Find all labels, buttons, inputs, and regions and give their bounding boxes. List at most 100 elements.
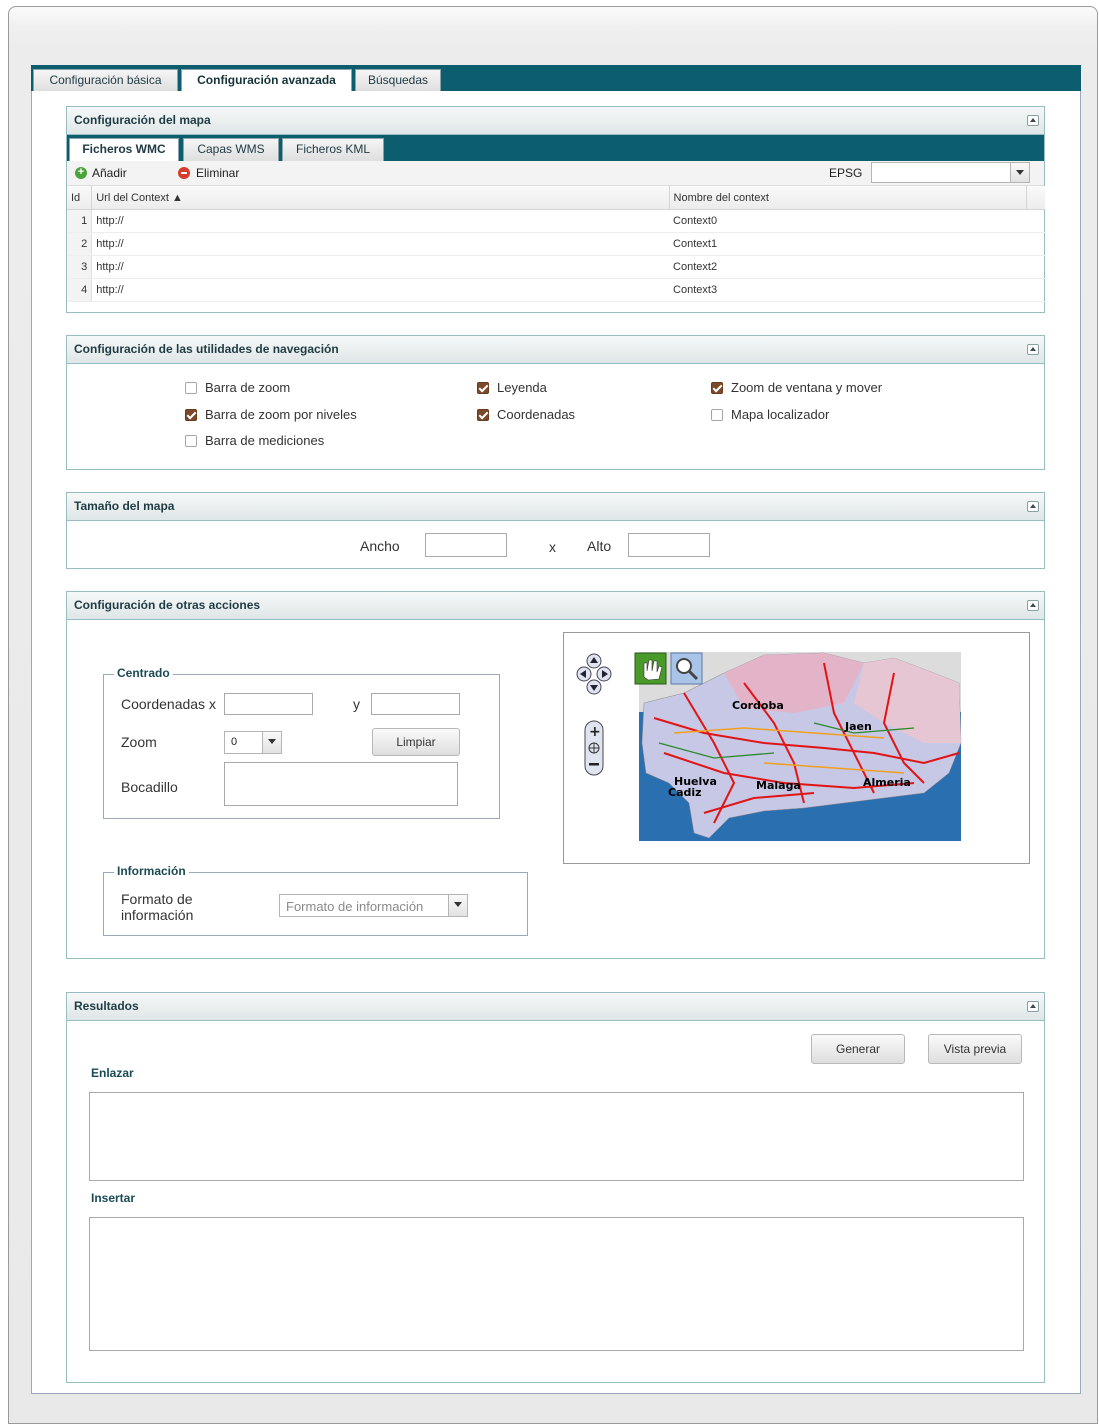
panel-title: Configuración de las utilidades de naveg… bbox=[74, 342, 339, 356]
checkbox-mapa-localizador[interactable]: Mapa localizador bbox=[711, 407, 829, 422]
row-name[interactable]: Context3 bbox=[669, 278, 1027, 302]
height-input[interactable] bbox=[628, 533, 710, 557]
map-config-panel: Configuración del mapa Ficheros WMC Capa… bbox=[66, 106, 1045, 313]
col-header-url[interactable]: Url del Context ▲ bbox=[91, 186, 670, 210]
row-id: 1 bbox=[67, 209, 93, 233]
nav-config-panel: Configuración de las utilidades de naveg… bbox=[66, 335, 1045, 470]
panel-title: Resultados bbox=[74, 999, 139, 1013]
row-url[interactable]: http:// bbox=[91, 278, 670, 302]
tab-configuracion-basica[interactable]: Configuración básica bbox=[33, 69, 178, 91]
delete-button[interactable]: Eliminar bbox=[178, 166, 239, 180]
tab-ficheros-wmc[interactable]: Ficheros WMC bbox=[69, 138, 179, 161]
row-name[interactable]: Context0 bbox=[669, 209, 1027, 233]
checkbox-coordenadas[interactable]: Coordenadas bbox=[477, 407, 575, 422]
coord-y-label: y bbox=[353, 696, 360, 712]
bocadillo-label: Bocadillo bbox=[121, 779, 178, 795]
zoom-in-icon[interactable]: + bbox=[589, 724, 601, 740]
link-label: Enlazar bbox=[91, 1066, 134, 1080]
map-svg[interactable]: Cordoba Jaen Huelva Malaga Almeria Cadiz bbox=[564, 633, 1029, 863]
tab-capas-wms[interactable]: Capas WMS bbox=[183, 138, 279, 161]
row-id: 4 bbox=[67, 278, 93, 302]
checkbox-label: Coordenadas bbox=[497, 407, 576, 422]
width-label: Ancho bbox=[360, 538, 400, 554]
link-textarea[interactable] bbox=[89, 1092, 1024, 1181]
checkbox-icon[interactable] bbox=[711, 408, 723, 421]
coord-x-input[interactable] bbox=[224, 693, 313, 715]
bocadillo-input[interactable] bbox=[224, 762, 458, 806]
map-preview[interactable]: Cordoba Jaen Huelva Malaga Almeria Cadiz bbox=[563, 632, 1030, 864]
coord-y-input[interactable] bbox=[371, 693, 460, 715]
main-tab-bar: Configuración básica Configuración avanz… bbox=[31, 65, 1081, 92]
checkbox-icon[interactable] bbox=[711, 381, 723, 394]
label-cadiz: Cadiz bbox=[668, 786, 702, 799]
panel-title: Configuración del mapa bbox=[74, 113, 211, 127]
format-placeholder: Formato de información bbox=[286, 899, 424, 914]
checkbox-label: Barra de mediciones bbox=[205, 433, 325, 448]
row-url[interactable]: http:// bbox=[91, 255, 670, 279]
table-row[interactable]: 4 http:// Context3 bbox=[67, 278, 1045, 302]
col-header-name[interactable]: Nombre del context bbox=[669, 186, 1027, 210]
checkbox-barra-zoom[interactable]: Barra de zoom bbox=[185, 380, 290, 395]
map-size-panel: Tamaño del mapa Ancho x Alto bbox=[66, 492, 1045, 569]
chevron-down-icon[interactable] bbox=[448, 895, 467, 916]
table-row[interactable]: 1 http:// Context0 bbox=[67, 209, 1045, 233]
tab-configuracion-avanzada[interactable]: Configuración avanzada bbox=[181, 69, 352, 92]
checkbox-label: Barra de zoom bbox=[205, 380, 291, 395]
checkbox-barra-mediciones[interactable]: Barra de mediciones bbox=[185, 433, 324, 448]
collapse-icon[interactable] bbox=[1027, 1001, 1039, 1012]
panel-header: Configuración del mapa bbox=[67, 107, 1044, 135]
zoom-value: 0 bbox=[231, 736, 238, 748]
checkbox-icon[interactable] bbox=[477, 381, 489, 394]
collapse-icon[interactable] bbox=[1027, 344, 1039, 355]
panel-title: Configuración de otras acciones bbox=[74, 598, 261, 612]
checkbox-zoom-ventana[interactable]: Zoom de ventana y mover bbox=[711, 380, 882, 395]
checkbox-icon[interactable] bbox=[185, 434, 197, 447]
chevron-down-icon[interactable] bbox=[262, 732, 281, 753]
checkbox-icon[interactable] bbox=[185, 408, 197, 421]
tab-busquedas[interactable]: Búsquedas bbox=[355, 69, 441, 91]
checkbox-icon[interactable] bbox=[185, 381, 197, 394]
row-url[interactable]: http:// bbox=[91, 209, 670, 233]
centrado-fieldset: Centrado Coordenadas x y Zoom 0 Limpiar … bbox=[103, 666, 500, 819]
clear-button[interactable]: Limpiar bbox=[372, 728, 460, 756]
zoom-control[interactable]: + bbox=[584, 720, 604, 776]
label-cordoba: Cordoba bbox=[732, 699, 784, 712]
tab-ficheros-kml[interactable]: Ficheros KML bbox=[282, 138, 384, 161]
row-name[interactable]: Context2 bbox=[669, 255, 1027, 279]
zoom-select[interactable]: 0 bbox=[224, 731, 282, 754]
checkbox-label: Leyenda bbox=[497, 380, 547, 395]
insert-textarea[interactable] bbox=[89, 1217, 1024, 1351]
delete-icon bbox=[178, 167, 190, 179]
preview-button[interactable]: Vista previa bbox=[928, 1034, 1022, 1064]
row-id: 2 bbox=[67, 232, 93, 256]
collapse-icon[interactable] bbox=[1027, 115, 1039, 126]
other-actions-panel: Configuración de otras acciones Centrado… bbox=[66, 591, 1045, 959]
epsg-select[interactable] bbox=[871, 162, 1030, 183]
generate-button[interactable]: Generar bbox=[811, 1034, 905, 1064]
context-grid: Id Url del Context ▲ Nombre del context … bbox=[67, 186, 1045, 302]
checkbox-label: Zoom de ventana y mover bbox=[731, 380, 883, 395]
insert-label: Insertar bbox=[91, 1191, 136, 1205]
table-row[interactable]: 2 http:// Context1 bbox=[67, 232, 1045, 256]
row-name[interactable]: Context1 bbox=[669, 232, 1027, 256]
panel-title: Tamaño del mapa bbox=[74, 499, 175, 513]
chevron-down-icon[interactable] bbox=[1010, 163, 1029, 182]
table-row[interactable]: 3 http:// Context2 bbox=[67, 255, 1045, 279]
row-url[interactable]: http:// bbox=[91, 232, 670, 256]
add-icon: + bbox=[75, 167, 87, 179]
col-header-spacer bbox=[1026, 186, 1045, 210]
label-almeria: Almeria bbox=[863, 776, 911, 789]
pan-control[interactable] bbox=[576, 653, 612, 695]
height-label: Alto bbox=[587, 538, 612, 554]
collapse-icon[interactable] bbox=[1027, 501, 1039, 512]
checkbox-leyenda[interactable]: Leyenda bbox=[477, 380, 547, 395]
format-select[interactable]: Formato de información bbox=[279, 894, 468, 917]
width-input[interactable] bbox=[425, 533, 507, 557]
add-button[interactable]: + Añadir bbox=[75, 166, 127, 180]
col-header-id[interactable]: Id bbox=[67, 186, 93, 210]
checkbox-barra-zoom-niveles[interactable]: Barra de zoom por niveles bbox=[185, 407, 357, 422]
collapse-icon[interactable] bbox=[1027, 600, 1039, 611]
zoom-out-icon[interactable] bbox=[589, 763, 599, 766]
checkbox-icon[interactable] bbox=[477, 408, 489, 421]
centrado-legend: Centrado bbox=[114, 666, 173, 680]
